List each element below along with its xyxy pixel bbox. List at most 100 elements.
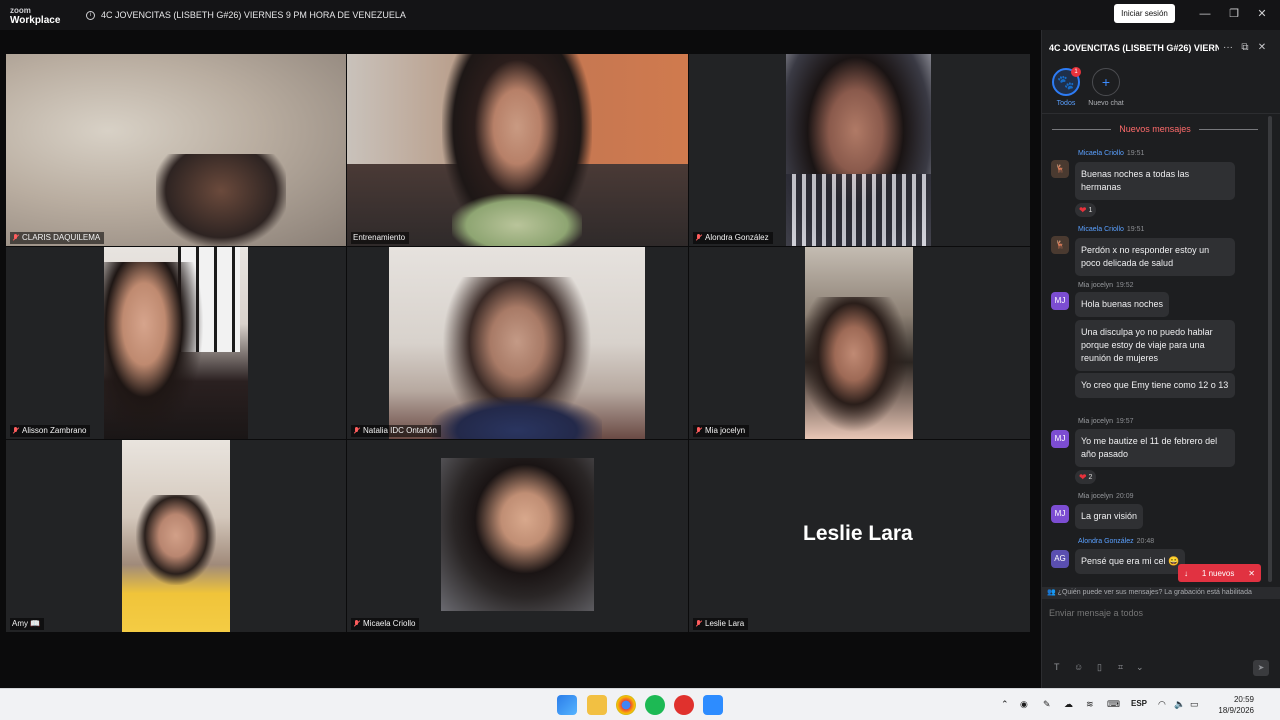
video-tile[interactable]: Amy 📖 [6, 440, 346, 632]
signin-button[interactable]: Iniciar sesión [1114, 4, 1175, 23]
clock-date: 18/9/2026 [1218, 706, 1254, 715]
logo-line1: zoom [10, 5, 31, 15]
sender-name[interactable]: Micaela Criollo [1078, 226, 1124, 233]
message-time: 20:48 [1136, 538, 1155, 545]
sender-name[interactable]: Mia jocelyn [1078, 493, 1113, 500]
windows-start-icon[interactable] [557, 695, 577, 715]
format-text-icon[interactable]: T [1054, 662, 1060, 672]
message-list: Nuevos mensajes 🦌 Micaela Criollo 19:51 B… [1042, 114, 1280, 584]
tab-new-chat[interactable]: + Nuevo chat [1083, 68, 1129, 107]
message-input[interactable] [1049, 608, 1275, 618]
reaction-count: 1 [1088, 206, 1093, 214]
heart-icon: ❤ [1079, 204, 1087, 215]
new-messages-divider: Nuevos mensajes [1052, 124, 1259, 134]
message-bubble[interactable]: Hola buenas noches [1075, 292, 1170, 317]
popout-icon[interactable]: ⧉ [1239, 42, 1251, 53]
sender-name[interactable]: Mia jocelyn [1078, 282, 1113, 289]
participant-name: Entrenamiento [353, 233, 406, 242]
video-tile-camera-off[interactable]: Leslie Lara Leslie Lara [689, 440, 1030, 632]
minimize-icon[interactable]: — [1198, 7, 1212, 21]
participant-name-tag: Leslie Lara [693, 618, 749, 630]
dismiss-icon[interactable]: ✕ [1248, 569, 1255, 578]
video-tile[interactable]: Alisson Zambrano [6, 247, 346, 439]
screenshot-icon[interactable]: ⌗ [1118, 662, 1123, 673]
participant-figure [104, 262, 204, 439]
logo-line2: Workplace [10, 14, 61, 26]
more-options-icon[interactable]: ··· [1222, 42, 1234, 53]
reaction-chip[interactable]: ❤ 1 [1075, 203, 1097, 217]
info-icon[interactable]: i [86, 10, 95, 20]
arrow-down-icon: ↓ [1184, 568, 1188, 578]
mic-muted-icon [695, 427, 702, 435]
video-tile[interactable]: CLARIS DAQUILEMA [6, 54, 346, 246]
participant-figure [156, 154, 286, 246]
opera-icon[interactable] [674, 695, 694, 715]
sender-name[interactable]: Micaela Criollo [1078, 150, 1124, 157]
chrome-tray-icon[interactable]: ◉ [1020, 699, 1028, 710]
send-icon[interactable]: ➤ [1253, 660, 1269, 676]
message-bubble[interactable]: Una disculpa yo no puedo hablar porque e… [1075, 320, 1235, 371]
new-messages-button[interactable]: ↓ 1 nuevos ✕ [1178, 564, 1261, 582]
message-bubble[interactable]: Yo me bautize el 11 de febrero del año p… [1075, 429, 1235, 467]
emoji-icon[interactable]: ☺ [1074, 662, 1083, 672]
message-header: Mia jocelyn 19:57 [1078, 418, 1134, 425]
spotify-icon[interactable] [645, 695, 665, 715]
close-chat-icon[interactable]: ✕ [1256, 42, 1268, 53]
file-explorer-icon[interactable] [587, 695, 607, 715]
video-tile[interactable]: Micaela Criollo [347, 440, 688, 632]
chat-scrollbar[interactable] [1268, 116, 1272, 582]
pen-tray-icon[interactable]: ✎ [1043, 699, 1051, 710]
message-bubble[interactable]: Pensé que era mi cel 😀 [1075, 549, 1186, 574]
volume-icon[interactable]: 🔈 [1174, 699, 1185, 710]
meeting-info[interactable]: i 4C JOVENCITAS (LISBETH G#26) VIERNES 9… [86, 10, 406, 20]
battery-icon[interactable]: ▭ [1190, 699, 1199, 710]
participant-name-tag: Entrenamiento [351, 232, 410, 244]
sender-name[interactable]: Mia jocelyn [1078, 418, 1113, 425]
message-bubble[interactable]: La gran visión [1075, 504, 1144, 529]
maximize-icon[interactable]: ❐ [1227, 7, 1241, 21]
participant-figure [805, 297, 913, 439]
recording-notice[interactable]: 👥 ¿Quién puede ver sus mensajes? La grab… [1042, 587, 1280, 599]
file-icon[interactable]: ▯ [1097, 662, 1102, 673]
mic-muted-icon [353, 427, 360, 435]
participant-photo [441, 458, 594, 611]
zoom-window: zoom Workplace i 4C JOVENCITAS (LISBETH … [0, 0, 1280, 720]
reaction-chip[interactable]: ❤ 2 [1075, 470, 1097, 484]
language-indicator[interactable]: ESP [1131, 699, 1147, 708]
participant-name-tag: Amy 📖 [10, 618, 45, 630]
network-icon[interactable]: ◠ [1158, 699, 1166, 710]
message-header: Mia jocelyn 20:09 [1078, 493, 1134, 500]
chevron-up-icon[interactable]: ⌃ [1001, 699, 1009, 710]
reaction-count: 2 [1088, 473, 1093, 481]
heart-icon: ❤ [1079, 471, 1087, 482]
video-tile[interactable]: Mia jocelyn [689, 247, 1030, 439]
video-tile-active-speaker[interactable]: Entrenamiento [347, 54, 688, 246]
cloud-tray-icon[interactable]: ☁ [1064, 699, 1073, 710]
wifi-tray-icon[interactable]: ≋ [1086, 699, 1094, 710]
message-time: 19:57 [1116, 418, 1134, 425]
chat-panel: 4C JOVENCITAS (LISBETH G#26) VIERN... ··… [1041, 30, 1280, 688]
message-header: Micaela Criollo 19:51 [1078, 226, 1144, 233]
avatar: 🦌 [1051, 236, 1069, 254]
keyboard-tray-icon[interactable]: ⌨ [1107, 699, 1120, 710]
close-icon[interactable]: ✕ [1255, 7, 1269, 21]
message-bubble[interactable]: Buenas noches a todas las hermanas [1075, 162, 1235, 200]
video-tile[interactable]: Alondra González [689, 54, 1030, 246]
zoom-taskbar-icon[interactable] [703, 695, 723, 715]
sender-name[interactable]: Alondra González [1078, 538, 1134, 545]
participant-name-tag: Micaela Criollo [351, 618, 420, 630]
new-messages-label: 1 nuevos [1201, 568, 1235, 578]
video-tile[interactable]: Natalia IDC Ontañón [347, 247, 688, 439]
avatar: 🦌 [1051, 160, 1069, 178]
message-header: Alondra González 20:48 [1078, 538, 1154, 545]
chrome-icon[interactable] [616, 695, 636, 715]
zoom-logo: zoom Workplace [10, 5, 70, 26]
message-bubble[interactable]: Perdón x no responder estoy un poco deli… [1075, 238, 1235, 276]
participant-name: CLARIS DAQUILEMA [22, 233, 101, 242]
message-bubble[interactable]: Yo creo que Emy tiene como 12 o 13 [1075, 373, 1235, 398]
chevron-down-icon[interactable]: ⌄ [1136, 662, 1144, 673]
tab-label: Nuevo chat [1088, 100, 1124, 107]
meeting-title: 4C JOVENCITAS (LISBETH G#26) VIERNES 9 P… [101, 10, 406, 20]
system-clock[interactable]: 20:59 18/9/2026 [1208, 694, 1254, 716]
participant-name: Alisson Zambrano [22, 426, 87, 435]
